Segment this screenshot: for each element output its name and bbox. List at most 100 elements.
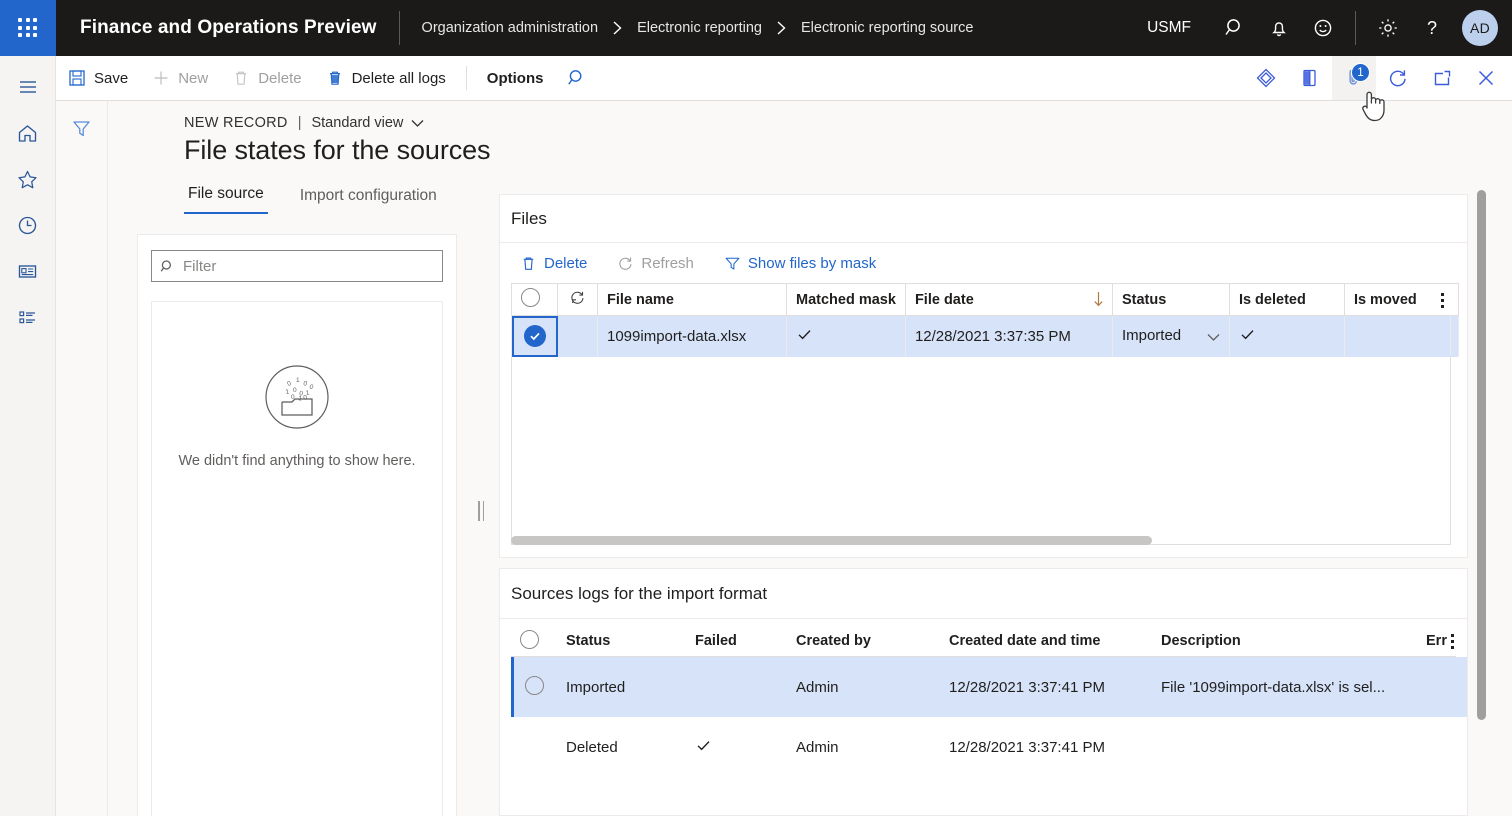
- logs-cell-error[interactable]: [1417, 717, 1467, 777]
- logs-cell-description[interactable]: File '1099import-data.xlsx' is sel...: [1152, 657, 1417, 717]
- save-button[interactable]: Save: [56, 56, 140, 100]
- files-column-file-date[interactable]: File date: [905, 284, 1112, 316]
- files-column-is-deleted[interactable]: Is deleted: [1229, 284, 1344, 316]
- chevron-down-icon[interactable]: [1207, 329, 1220, 346]
- logs-cell-created-date[interactable]: 12/28/2021 3:37:41 PM: [940, 657, 1152, 717]
- table-row[interactable]: 1099import-data.xlsx 12/28/2021 3:37:35 …: [512, 316, 1459, 357]
- files-cell-status[interactable]: Imported: [1112, 316, 1229, 357]
- column-options-kebab-icon[interactable]: [1442, 625, 1462, 657]
- files-cell-is-moved[interactable]: [1344, 316, 1458, 357]
- files-cell-file-name[interactable]: 1099import-data.xlsx: [598, 316, 787, 357]
- app-title[interactable]: Finance and Operations Preview: [56, 17, 377, 39]
- search-icon: [160, 259, 175, 274]
- logs-cell-status[interactable]: Deleted: [557, 717, 686, 777]
- settings-gear-icon[interactable]: [1366, 6, 1410, 50]
- attach-button[interactable]: 1: [1332, 56, 1376, 100]
- empty-state-message: We didn't find anything to show here.: [178, 453, 415, 469]
- filter-icon[interactable]: [66, 113, 98, 143]
- breadcrumb-item-0[interactable]: Organization administration: [422, 20, 599, 36]
- files-cell-is-deleted[interactable]: [1229, 316, 1344, 357]
- files-horizontal-scrollbar[interactable]: [511, 536, 1152, 545]
- chevron-down-icon: [411, 119, 424, 128]
- delete-button[interactable]: Delete: [220, 56, 313, 100]
- logs-cell-failed[interactable]: [686, 717, 787, 777]
- workspaces-icon[interactable]: [6, 248, 50, 294]
- hamburger-menu-icon[interactable]: [6, 64, 50, 110]
- logs-row-select-cell[interactable]: [511, 717, 557, 777]
- view-selector[interactable]: Standard view: [311, 115, 424, 131]
- search-icon[interactable]: [1213, 6, 1257, 50]
- files-column-is-moved[interactable]: Is moved: [1344, 284, 1458, 316]
- logs-column-created-date[interactable]: Created date and time: [940, 625, 1152, 657]
- show-files-by-mask-button[interactable]: Show files by mask: [714, 247, 886, 279]
- files-row-select-cell[interactable]: [512, 316, 558, 357]
- tab-file-source[interactable]: File source: [184, 185, 268, 214]
- files-column-status[interactable]: Status: [1112, 284, 1229, 316]
- app-launcher-button[interactable]: [0, 0, 56, 56]
- attachments-diamond-icon[interactable]: [1244, 56, 1288, 100]
- logs-select-all-header[interactable]: [511, 625, 557, 657]
- breadcrumb-item-2[interactable]: Electronic reporting source: [801, 20, 973, 36]
- help-icon[interactable]: ?: [1410, 6, 1454, 50]
- logs-table: Status Failed Created by Created date an…: [511, 625, 1467, 777]
- table-row[interactable]: Deleted Admin 12/28/2021 3:37:41 PM: [511, 717, 1467, 777]
- page-vertical-scrollbar[interactable]: [1477, 190, 1486, 720]
- tab-import-configuration[interactable]: Import configuration: [296, 187, 441, 214]
- command-divider: [466, 66, 467, 90]
- favorites-star-icon[interactable]: [6, 156, 50, 202]
- company-selector[interactable]: USMF: [1147, 19, 1191, 37]
- popout-icon[interactable]: [1420, 56, 1464, 100]
- files-cell-matched-mask[interactable]: [787, 316, 906, 357]
- logs-column-failed[interactable]: Failed: [686, 625, 787, 657]
- options-label: Options: [487, 70, 544, 87]
- logs-column-created-by[interactable]: Created by: [787, 625, 940, 657]
- recent-clock-icon[interactable]: [6, 202, 50, 248]
- sort-descending-icon: [1093, 291, 1104, 311]
- delete-all-logs-label: Delete all logs: [352, 70, 446, 87]
- files-cell-file-date[interactable]: 12/28/2021 3:37:35 PM: [905, 316, 1112, 357]
- column-options-kebab-icon[interactable]: [1433, 284, 1453, 316]
- office-app-icon[interactable]: [1288, 56, 1332, 100]
- new-button[interactable]: New: [140, 56, 220, 100]
- logs-cell-created-date[interactable]: 12/28/2021 3:37:41 PM: [940, 717, 1152, 777]
- avatar[interactable]: AD: [1462, 10, 1498, 46]
- refresh-icon[interactable]: [1376, 56, 1420, 100]
- row-select-circle-icon: [525, 676, 544, 695]
- logs-cell-status[interactable]: Imported: [557, 657, 686, 717]
- files-column-file-name[interactable]: File name: [598, 284, 787, 316]
- view-name: Standard view: [311, 115, 403, 131]
- logs-column-status[interactable]: Status: [557, 625, 686, 657]
- logs-column-description[interactable]: Description: [1152, 625, 1417, 657]
- refresh-icon: [569, 289, 586, 306]
- command-search-icon[interactable]: [555, 56, 599, 100]
- notifications-icon[interactable]: [1257, 6, 1301, 50]
- files-column-matched-mask[interactable]: Matched mask: [787, 284, 906, 316]
- close-icon[interactable]: [1464, 56, 1508, 100]
- options-button[interactable]: Options: [475, 56, 556, 100]
- table-row[interactable]: Imported Admin 12/28/2021 3:37:41 PM Fil…: [511, 657, 1467, 717]
- files-delete-button[interactable]: Delete: [510, 247, 597, 279]
- files-panel: Files Delete Refresh Show files by mask: [499, 194, 1468, 558]
- modules-list-icon[interactable]: [6, 294, 50, 340]
- files-refresh-button[interactable]: Refresh: [607, 247, 704, 279]
- logs-row-select-cell[interactable]: [511, 657, 557, 717]
- filter-input[interactable]: [183, 258, 434, 275]
- logs-cell-description[interactable]: [1152, 717, 1417, 777]
- logs-cell-error[interactable]: [1417, 657, 1467, 717]
- top-bar-actions: USMF ? AD: [1147, 6, 1512, 50]
- breadcrumb-item-1[interactable]: Electronic reporting: [637, 20, 762, 36]
- logs-cell-created-by[interactable]: Admin: [787, 717, 940, 777]
- feedback-smiley-icon[interactable]: [1301, 6, 1345, 50]
- files-select-all-header[interactable]: [512, 284, 558, 316]
- logs-cell-failed[interactable]: [686, 657, 787, 717]
- files-column-file-date-label: File date: [915, 292, 974, 308]
- logs-column-error[interactable]: Err: [1417, 625, 1467, 657]
- page-title: File states for the sources: [108, 131, 1512, 166]
- panel-splitter[interactable]: [474, 499, 488, 523]
- delete-all-logs-button[interactable]: Delete all logs: [314, 56, 458, 100]
- files-refresh-column-header[interactable]: [558, 284, 598, 316]
- home-icon[interactable]: [6, 110, 50, 156]
- logs-cell-created-by[interactable]: Admin: [787, 657, 940, 717]
- check-icon: [695, 737, 712, 754]
- filter-input-wrapper[interactable]: [151, 250, 443, 282]
